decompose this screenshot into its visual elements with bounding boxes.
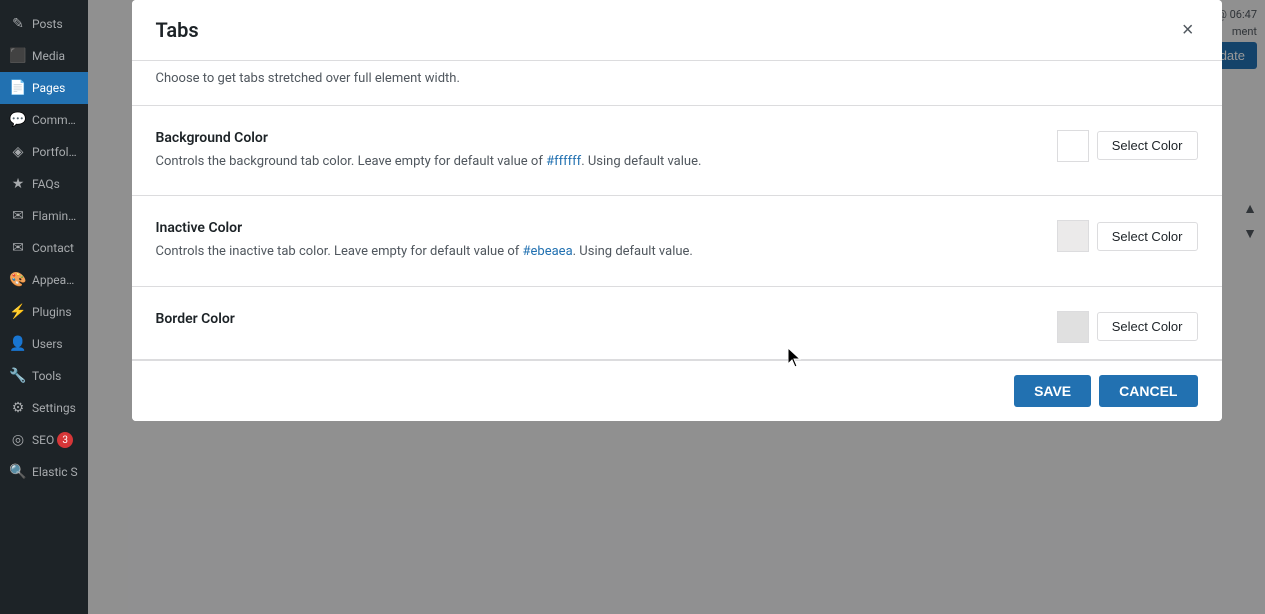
sidebar-item-users[interactable]: 👤 Users <box>0 328 88 360</box>
seo-badge: 3 <box>57 432 73 448</box>
top-description-text: Choose to get tabs stretched over full e… <box>156 69 1198 89</box>
inactive-color-swatch <box>1057 220 1089 252</box>
sidebar-item-settings[interactable]: ⚙ Settings <box>0 392 88 424</box>
inactive-desc-suffix: . Using default value. <box>573 244 693 259</box>
background-color-row: Background Color Controls the background… <box>132 106 1222 197</box>
plugins-icon: ⚡ <box>10 304 26 320</box>
inactive-color-control: Select Color <box>1057 220 1198 252</box>
sidebar-item-tools[interactable]: 🔧 Tools <box>0 360 88 392</box>
border-color-control: Select Color <box>1057 311 1198 343</box>
background-color-control: Select Color <box>1057 130 1198 162</box>
sidebar-label: Media <box>32 49 65 63</box>
sidebar-item-faqs[interactable]: ★ FAQs <box>0 168 88 200</box>
tools-icon: 🔧 <box>10 368 26 384</box>
sidebar-item-plugins[interactable]: ⚡ Plugins <box>0 296 88 328</box>
sidebar-label: Pages <box>32 81 65 95</box>
settings-icon: ⚙ <box>10 400 26 416</box>
inactive-color-label: Inactive Color <box>156 220 1033 236</box>
sidebar-label: Users <box>32 337 63 351</box>
border-color-content: Border Color <box>156 311 1033 333</box>
sidebar-item-flamingo[interactable]: ✉ Flamingo <box>0 200 88 232</box>
portfolio-icon: ◈ <box>10 144 26 160</box>
pages-icon: 📄 <box>10 80 26 96</box>
modal-body: Choose to get tabs stretched over full e… <box>132 61 1222 360</box>
sidebar-label: Contact <box>32 241 74 255</box>
sidebar-label: Plugins <box>32 305 72 319</box>
sidebar-label: FAQs <box>32 177 60 191</box>
appearance-icon: 🎨 <box>10 272 26 288</box>
border-color-row: Border Color Select Color <box>132 287 1222 360</box>
inactive-color-desc: Controls the inactive tab color. Leave e… <box>156 242 1033 262</box>
modal-overlay: Tabs × Choose to get tabs stretched over… <box>88 0 1265 614</box>
bg-desc-suffix: . Using default value. <box>581 154 701 169</box>
sidebar-item-media[interactable]: ⬛ Media <box>0 40 88 72</box>
inactive-color-select-button[interactable]: Select Color <box>1097 222 1198 251</box>
inactive-color-content: Inactive Color Controls the inactive tab… <box>156 220 1033 262</box>
main-content: @ 06:47 ment Update ▲ ▼ Tabs × Choose to… <box>88 0 1265 614</box>
sidebar-item-seo[interactable]: ◎ SEO 3 <box>0 424 88 456</box>
bg-desc-text: Controls the background tab color. Leave… <box>156 154 543 169</box>
comments-icon: 💬 <box>10 112 26 128</box>
bg-color-link[interactable]: #ffffff <box>546 154 581 169</box>
faqs-icon: ★ <box>10 176 26 192</box>
cancel-button[interactable]: CANCEL <box>1099 375 1197 407</box>
media-icon: ⬛ <box>10 48 26 64</box>
flamingo-icon: ✉ <box>10 208 26 224</box>
sidebar-item-portfolio[interactable]: ◈ Portfolio <box>0 136 88 168</box>
sidebar-label: Posts <box>32 17 63 31</box>
sidebar-label: Tools <box>32 369 61 383</box>
sidebar: ✎ Posts ⬛ Media 📄 Pages 💬 Comments ◈ Por… <box>0 0 88 614</box>
modal-title: Tabs <box>156 18 199 42</box>
sidebar-label: SEO <box>32 433 54 447</box>
background-color-swatch <box>1057 130 1089 162</box>
inactive-desc-text: Controls the inactive tab color. Leave e… <box>156 244 520 259</box>
modal-footer: SAVE CANCEL <box>132 360 1222 421</box>
users-icon: 👤 <box>10 336 26 352</box>
sidebar-item-elastic[interactable]: 🔍 Elastic S <box>0 456 88 488</box>
sidebar-label: Appearance <box>32 273 78 287</box>
sidebar-item-comments[interactable]: 💬 Comments <box>0 104 88 136</box>
sidebar-label: Portfolio <box>32 145 78 159</box>
modal-close-button[interactable]: × <box>1178 16 1198 44</box>
sidebar-label: Settings <box>32 401 76 415</box>
border-color-select-button[interactable]: Select Color <box>1097 312 1198 341</box>
top-description-section: Choose to get tabs stretched over full e… <box>132 61 1222 106</box>
border-color-swatch <box>1057 311 1089 343</box>
sidebar-item-appearance[interactable]: 🎨 Appearance <box>0 264 88 296</box>
border-color-label: Border Color <box>156 311 1033 327</box>
sidebar-label: Elastic S <box>32 465 78 479</box>
inactive-color-row: Inactive Color Controls the inactive tab… <box>132 196 1222 287</box>
modal-dialog: Tabs × Choose to get tabs stretched over… <box>132 0 1222 421</box>
save-button[interactable]: SAVE <box>1014 375 1091 407</box>
background-color-desc: Controls the background tab color. Leave… <box>156 152 1033 172</box>
sidebar-item-pages[interactable]: 📄 Pages <box>0 72 88 104</box>
elastic-icon: 🔍 <box>10 464 26 480</box>
seo-icon: ◎ <box>10 432 26 448</box>
inactive-color-link[interactable]: #ebeaea <box>523 244 573 259</box>
background-color-select-button[interactable]: Select Color <box>1097 131 1198 160</box>
contact-icon: ✉ <box>10 240 26 256</box>
sidebar-item-posts[interactable]: ✎ Posts <box>0 8 88 40</box>
sidebar-label: Comments <box>32 113 78 127</box>
background-color-label: Background Color <box>156 130 1033 146</box>
posts-icon: ✎ <box>10 16 26 32</box>
background-color-content: Background Color Controls the background… <box>156 130 1033 172</box>
sidebar-label: Flamingo <box>32 209 78 223</box>
sidebar-item-contact[interactable]: ✉ Contact <box>0 232 88 264</box>
modal-header: Tabs × <box>132 0 1222 61</box>
